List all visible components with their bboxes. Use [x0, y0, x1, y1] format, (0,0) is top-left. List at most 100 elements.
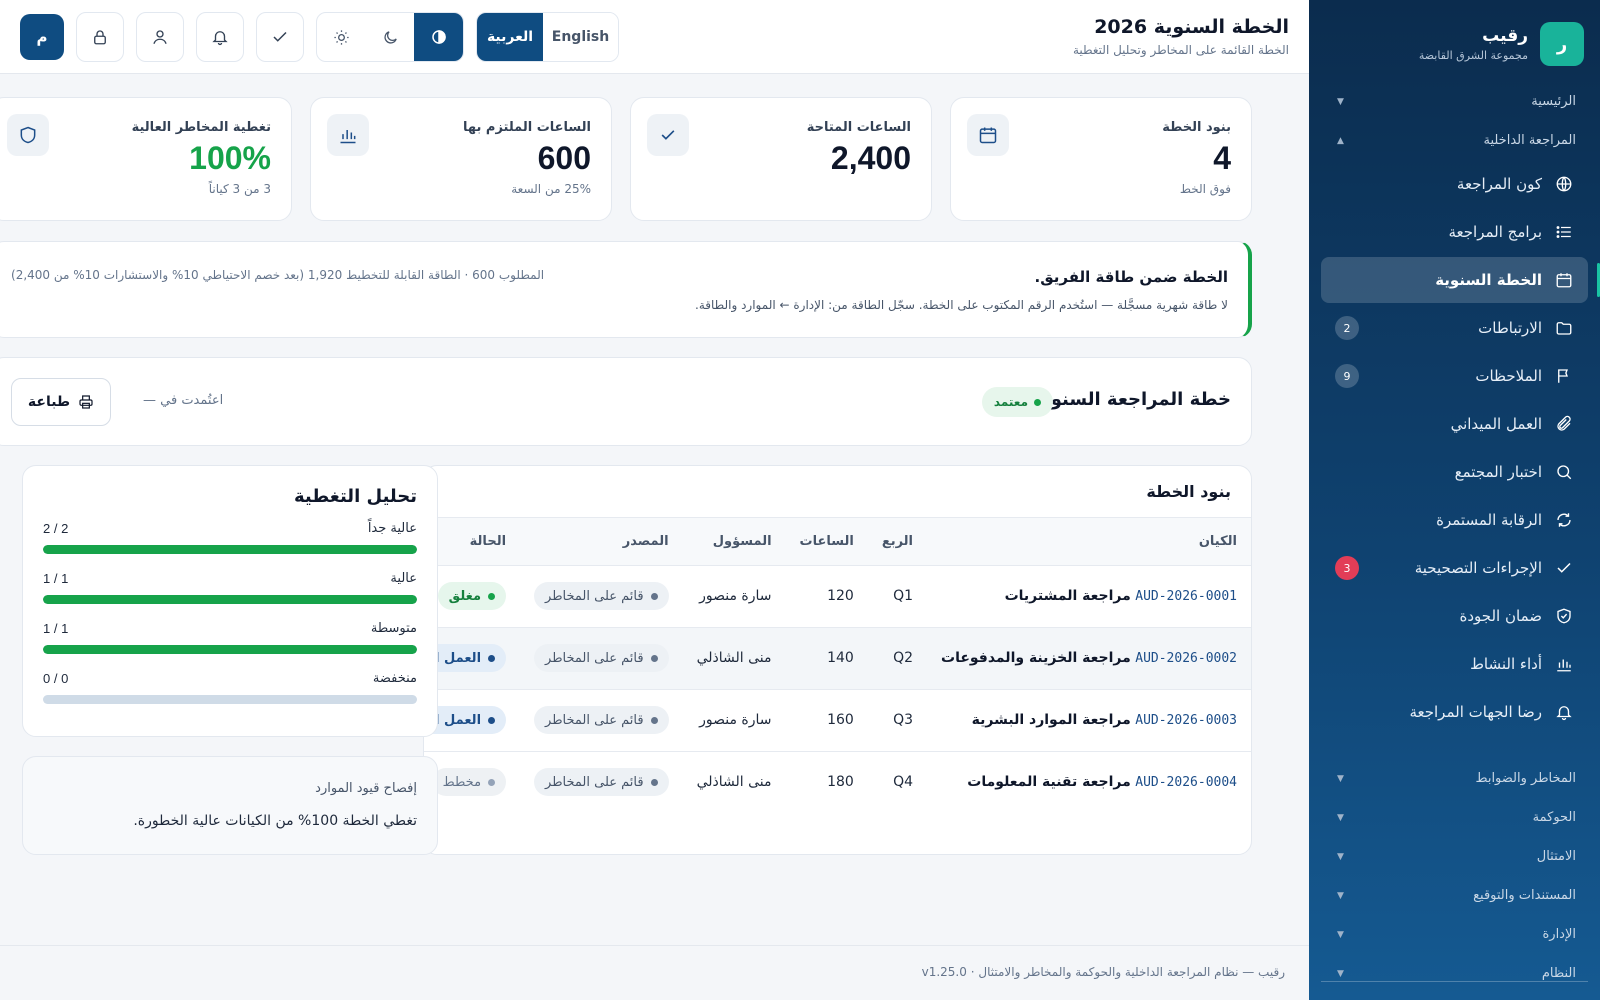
- sun-icon: [334, 29, 349, 45]
- nav-group-administration[interactable]: الإدارة ▼: [1309, 915, 1600, 954]
- list-icon: [1554, 222, 1574, 242]
- nav-group-documents[interactable]: المستندات والتوقيع ▼: [1309, 876, 1600, 915]
- coverage-count: 1 / 1: [43, 571, 69, 586]
- entity-code[interactable]: AUD-2026-0002: [1135, 651, 1237, 666]
- chevron-down-icon: ▼: [1337, 890, 1344, 901]
- sidebar-item-label: الرقابة المستمرة: [1436, 511, 1542, 529]
- count-badge: 9: [1335, 364, 1359, 388]
- coverage-bar: [43, 695, 417, 704]
- tag-dot: [488, 716, 496, 724]
- nav-group-label: الرئيسية: [1531, 94, 1576, 109]
- nav-group-governance[interactable]: الحوكمة ▼: [1309, 798, 1600, 837]
- bar-chart-icon: [327, 114, 369, 156]
- sidebar-item-quality-assurance[interactable]: ضمان الجودة: [1321, 593, 1588, 639]
- column-header-source[interactable]: المصدر: [520, 518, 683, 566]
- sidebar-item-population-testing[interactable]: اختبار المجتمع: [1321, 449, 1588, 495]
- chevron-down-icon: ▼: [1337, 929, 1344, 940]
- entity-code[interactable]: AUD-2026-0004: [1135, 775, 1237, 790]
- coverage-label: عالية جداً: [367, 521, 417, 536]
- status-tag: مخطط: [431, 768, 507, 796]
- sidebar-item-audit-programs[interactable]: برامج المراجعة: [1321, 209, 1588, 255]
- source-tag: قائم على المخاطر: [534, 768, 669, 796]
- table-scroll-area[interactable]: الكيان الربع الساعات المسؤول المصدر الحا…: [424, 517, 1251, 813]
- table-row[interactable]: AUD-2026-0002 مراجعة الخزينة والمدفوعات …: [424, 627, 1251, 690]
- sidebar-item-annual-plan[interactable]: الخطة السنوية: [1321, 257, 1600, 303]
- source-tag-label: قائم على المخاطر: [545, 650, 644, 666]
- table-title: بنود الخطة: [1146, 482, 1231, 501]
- nav-group-label: المخاطر والضوابط: [1475, 771, 1576, 786]
- profile-button[interactable]: [136, 12, 184, 62]
- column-header-hours[interactable]: الساعات: [785, 518, 868, 566]
- resource-disclosure-card: إفصاح قيود الموارد تغطي الخطة 100% من ال…: [22, 756, 438, 855]
- nav-group-home[interactable]: الرئيسية ▼: [1309, 82, 1600, 121]
- tag-dot: [488, 654, 496, 662]
- refresh-icon: [1554, 510, 1574, 530]
- moon-icon: [383, 30, 397, 44]
- coverage-row-very-high: عالية جداً 2 / 2: [43, 521, 417, 561]
- theme-light-button[interactable]: [317, 13, 366, 61]
- stat-card-committed-hours: الساعات الملتزم بها 600 25% من السعة: [310, 97, 612, 221]
- lock-button[interactable]: [76, 12, 124, 62]
- column-header-quarter[interactable]: الربع: [867, 518, 927, 566]
- quarter-cell: Q2: [867, 627, 927, 690]
- nav-group-risks-controls[interactable]: المخاطر والضوابط ▼: [1309, 759, 1600, 798]
- column-header-status[interactable]: الحالة: [424, 518, 521, 566]
- lang-english-button[interactable]: English: [543, 13, 618, 61]
- tag-dot: [488, 778, 496, 786]
- coverage-bar: [43, 595, 417, 604]
- column-header-entity[interactable]: الكيان: [927, 518, 1251, 566]
- chevron-down-icon: ▼: [1337, 968, 1344, 979]
- entity-code[interactable]: AUD-2026-0001: [1135, 589, 1237, 604]
- sidebar-item-label: ضمان الجودة: [1459, 607, 1542, 625]
- avatar[interactable]: م: [20, 14, 64, 60]
- hours-cell: 160: [785, 689, 868, 752]
- status-badge: معتمد: [981, 387, 1053, 417]
- nav-group-compliance[interactable]: الامتثال ▼: [1309, 837, 1600, 876]
- coverage-row-high: عالية 1 / 1: [43, 571, 417, 611]
- theme-contrast-button[interactable]: [414, 13, 463, 61]
- sidebar-item-continuous-monitoring[interactable]: الرقابة المستمرة: [1321, 497, 1588, 543]
- sidebar-item-label: كون المراجعة: [1456, 175, 1542, 193]
- sidebar-divider: [1321, 981, 1588, 982]
- source-tag-label: قائم على المخاطر: [545, 712, 644, 728]
- sidebar-item-fieldwork[interactable]: العمل الميداني: [1321, 401, 1588, 447]
- coverage-bar: [43, 645, 417, 654]
- coverage-row-medium: متوسطة 1 / 1: [43, 621, 417, 661]
- sidebar-item-engagements[interactable]: الارتباطات 2: [1321, 305, 1588, 351]
- notifications-button[interactable]: [196, 12, 244, 62]
- status-dot: [1034, 398, 1041, 406]
- sidebar-item-corrective-actions[interactable]: الإجراءات التصحيحية 3: [1321, 545, 1588, 591]
- tag-dot: [650, 716, 658, 724]
- table-row[interactable]: AUD-2026-0003 مراجعة الموارد البشرية Q3 …: [424, 689, 1251, 752]
- footer-description: رقيب — نظام المراجعة الداخلية والحوكمة و…: [978, 965, 1285, 979]
- contrast-icon: [431, 30, 446, 44]
- source-tag: قائم على المخاطر: [534, 582, 669, 610]
- check-icon: [273, 31, 287, 42]
- owner-cell: منى الشاذلي: [682, 627, 786, 690]
- theme-dark-button[interactable]: [366, 13, 415, 61]
- nav-group-system[interactable]: النظام ▼: [1309, 954, 1600, 993]
- lang-arabic-button[interactable]: العربية: [477, 13, 543, 61]
- nav-group-internal-audit[interactable]: المراجعة الداخلية ▲: [1309, 121, 1600, 160]
- sidebar-item-audit-universe[interactable]: كون المراجعة: [1321, 161, 1588, 207]
- tasks-button[interactable]: [256, 12, 304, 62]
- lock-icon: [94, 30, 106, 45]
- stat-card-available-hours: الساعات المتاحة 2,400: [630, 97, 932, 221]
- stat-label: الساعات الملتزم بها: [463, 120, 591, 135]
- sidebar-item-auditee-satisfaction[interactable]: رضا الجهات المراجعة: [1321, 689, 1588, 735]
- nav-group-label: المراجعة الداخلية: [1483, 133, 1576, 148]
- table-row[interactable]: AUD-2026-0001 مراجعة المشتريات Q1 120 سا…: [424, 565, 1251, 628]
- sidebar: ر رقيب مجموعة الشرق القابضة الرئيسية ▼ ا…: [1309, 0, 1600, 1000]
- entity-code[interactable]: AUD-2026-0003: [1135, 713, 1237, 728]
- stat-card-plan-items: بنود الخطة 4 فوق الخط: [950, 97, 1252, 221]
- calendar-icon: [1554, 270, 1574, 290]
- table-row[interactable]: AUD-2026-0004 مراجعة تقنية المعلومات Q4 …: [424, 751, 1251, 813]
- stat-sub: 3 من 3 كياناً: [208, 182, 271, 196]
- sidebar-item-activity-performance[interactable]: أداء النشاط: [1321, 641, 1588, 687]
- page-title: الخطة السنوية 2026: [1094, 16, 1289, 38]
- print-button[interactable]: طباعة: [11, 378, 111, 426]
- brand-org: مجموعة الشرق القابضة: [1418, 49, 1528, 62]
- column-header-owner[interactable]: المسؤول: [682, 518, 786, 566]
- sidebar-item-findings[interactable]: الملاحظات 9: [1321, 353, 1588, 399]
- globe-icon: [1554, 174, 1574, 194]
